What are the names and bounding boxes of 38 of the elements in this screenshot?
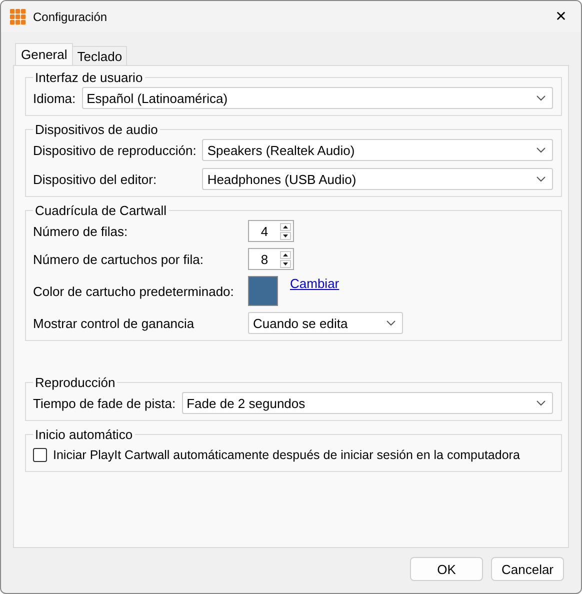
group-title: Inicio automático [34,427,134,442]
group-title: Interfaz de usuario [34,70,144,85]
field-label: Tiempo de fade de pista: [33,396,176,410]
up-arrow-icon[interactable] [280,250,291,258]
change-link[interactable]: Cambiar [290,276,340,291]
tab[interactable]: Teclado [72,46,128,65]
chevron-down-icon [386,320,396,326]
group-title: Dispositivos de audio [34,122,159,137]
dropdown[interactable]: Español (Latinoamérica) [82,87,553,109]
checkbox[interactable] [33,448,47,462]
field-label: Número de filas: [33,224,129,238]
close-button[interactable]: ✕ [541,1,581,32]
down-arrow-icon[interactable] [280,260,291,268]
group-title: Reproducción [34,375,116,390]
checkbox-label: Iniciar PlayIt Cartwall automáticamente después de iniciar sesión en la computadora [53,448,520,462]
dropdown[interactable]: Cuando se edita [248,312,403,334]
field-label: Mostrar control de ganancia [33,316,196,330]
dropdown[interactable]: Speakers (Realtek Audio) [202,139,553,161]
chevron-down-icon [536,176,546,182]
group-title: Cuadrícula de Cartwall [34,203,168,218]
field-label: Color de cartucho predeterminado: [33,284,235,298]
down-arrow-icon[interactable] [280,232,291,240]
field-label: Número de cartuchos por fila: [33,252,205,266]
chevron-down-icon [536,95,546,101]
field-label: Dispositivo de reproducción: [33,142,196,158]
dialog-button[interactable]: OK [410,557,483,581]
field-label: Idioma: [33,90,76,106]
tab[interactable]: General [15,43,74,65]
window-title: Configuración [33,10,108,24]
dialog-button[interactable]: Cancelar [491,557,564,581]
up-arrow-icon[interactable] [280,222,291,230]
chevron-down-icon [536,147,546,153]
dropdown[interactable]: Headphones (USB Audio) [202,168,553,190]
color-swatch[interactable] [248,276,278,306]
chevron-down-icon [536,400,546,406]
field-label: Dispositivo del editor: [33,172,158,186]
app-icon [10,8,26,24]
dropdown[interactable]: Fade de 2 segundos [182,392,553,414]
